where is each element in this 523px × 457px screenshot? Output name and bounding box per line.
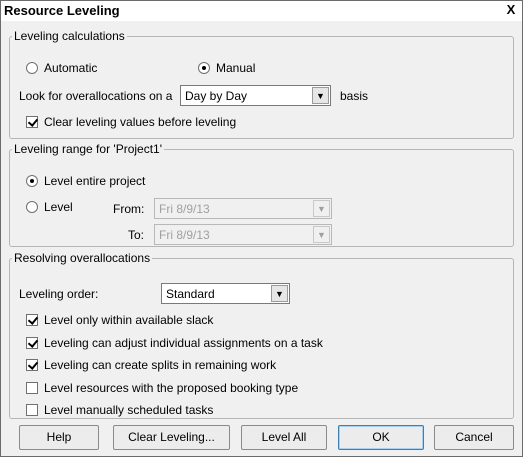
option-checkbox[interactable] <box>26 337 38 349</box>
option-row[interactable]: Leveling can adjust individual assignmen… <box>26 336 323 350</box>
chevron-down-icon[interactable]: ▼ <box>313 200 330 217</box>
option-row[interactable]: Level manually scheduled tasks <box>26 403 213 417</box>
window-title: Resource Leveling <box>4 3 120 18</box>
to-label: To: <box>128 228 145 242</box>
clear-leveling-button[interactable]: Clear Leveling... <box>113 425 230 450</box>
from-date-value: Fri 8/9/13 <box>159 202 210 216</box>
title-bar: Resource Leveling X <box>1 1 522 21</box>
level-all-button[interactable]: Level All <box>241 425 327 450</box>
level-entire-project-radio[interactable] <box>26 175 38 187</box>
resolving-overallocations-group: Resolving overallocations Leveling order… <box>9 251 514 419</box>
manual-radio-row[interactable]: Manual <box>198 61 255 75</box>
level-range-row[interactable]: Level <box>26 200 73 214</box>
leveling-calculations-legend: Leveling calculations <box>14 29 125 43</box>
leveling-range-legend: Leveling range for 'Project1' <box>14 142 163 156</box>
chevron-down-icon[interactable]: ▼ <box>271 285 288 302</box>
resolving-overallocations-legend: Resolving overallocations <box>14 251 151 265</box>
automatic-label: Automatic <box>44 61 98 75</box>
overalloc-basis-select[interactable]: Day by Day ▼ <box>180 85 331 106</box>
option-checkbox[interactable] <box>26 382 38 394</box>
chevron-down-icon[interactable]: ▼ <box>312 87 329 104</box>
leveling-calculations-group: Leveling calculations Automatic Manual L… <box>9 29 514 139</box>
from-label: From: <box>113 202 145 216</box>
cancel-button[interactable]: Cancel <box>434 425 514 450</box>
level-range-label: Level <box>44 200 73 214</box>
close-icon[interactable]: X <box>504 3 518 17</box>
to-date-select[interactable]: Fri 8/9/13 ▼ <box>154 224 332 245</box>
level-entire-project-row[interactable]: Level entire project <box>26 174 145 188</box>
to-date-value: Fri 8/9/13 <box>159 228 210 242</box>
option-label: Leveling can create splits in remaining … <box>44 358 277 372</box>
manual-radio[interactable] <box>198 62 210 74</box>
level-range-radio[interactable] <box>26 201 38 213</box>
leveling-order-label: Leveling order: <box>19 287 99 301</box>
option-checkbox[interactable] <box>26 314 38 326</box>
help-button[interactable]: Help <box>19 425 99 450</box>
manual-label: Manual <box>216 61 256 75</box>
option-row[interactable]: Level only within available slack <box>26 313 213 327</box>
ok-button[interactable]: OK <box>338 425 424 450</box>
overalloc-suffix-label: basis <box>340 89 369 103</box>
resource-leveling-dialog: Resource Leveling X Leveling calculation… <box>0 0 523 457</box>
option-checkbox[interactable] <box>26 359 38 371</box>
automatic-radio[interactable] <box>26 62 38 74</box>
level-entire-project-label: Level entire project <box>44 174 146 188</box>
option-row[interactable]: Leveling can create splits in remaining … <box>26 358 276 372</box>
leveling-order-value: Standard <box>166 287 215 301</box>
option-label: Level only within available slack <box>44 313 214 327</box>
option-label: Leveling can adjust individual assignmen… <box>44 336 323 350</box>
from-date-select[interactable]: Fri 8/9/13 ▼ <box>154 198 332 219</box>
option-row[interactable]: Level resources with the proposed bookin… <box>26 381 298 395</box>
clear-leveling-values-checkbox[interactable] <box>26 116 38 128</box>
overalloc-basis-value: Day by Day <box>185 89 248 103</box>
automatic-radio-row[interactable]: Automatic <box>26 61 97 75</box>
chevron-down-icon[interactable]: ▼ <box>313 226 330 243</box>
leveling-range-group: Leveling range for 'Project1' Level enti… <box>9 142 514 247</box>
leveling-order-select[interactable]: Standard ▼ <box>161 283 290 304</box>
option-label: Level resources with the proposed bookin… <box>44 381 299 395</box>
clear-leveling-values-label: Clear leveling values before leveling <box>44 115 237 129</box>
clear-leveling-values-row[interactable]: Clear leveling values before leveling <box>26 115 236 129</box>
option-label: Level manually scheduled tasks <box>44 403 214 417</box>
overalloc-prefix-label: Look for overallocations on a <box>19 89 173 103</box>
option-checkbox[interactable] <box>26 404 38 416</box>
